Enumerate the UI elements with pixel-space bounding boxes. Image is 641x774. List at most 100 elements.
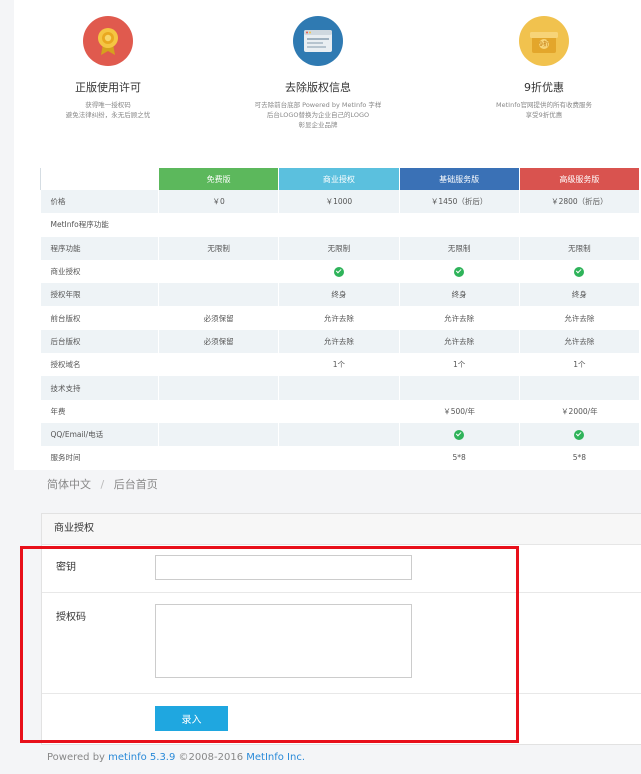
price-table-cell xyxy=(158,213,280,237)
feature-genuine-license: 正版使用许可 获得唯一授权码 避免法律纠纷，永无后顾之忧 xyxy=(14,16,208,120)
price-table-row: 授权域名 1个 1个 1个 xyxy=(40,353,641,377)
check-circle-icon xyxy=(454,266,465,277)
price-table-cell xyxy=(278,376,400,400)
price-table-cell: 终身 xyxy=(399,283,520,307)
price-table-row-label: 后台版权 xyxy=(40,329,159,354)
auth-code-row: 授权码 xyxy=(42,593,641,694)
footer: Powered by metinfo 5.3.9 ©2008-2016 MetI… xyxy=(47,752,305,763)
price-table-cell xyxy=(158,259,280,284)
price-table-cell xyxy=(519,376,641,400)
price-table-cell: 无限制 xyxy=(158,236,280,260)
plan-header: 高级服务版 xyxy=(519,168,641,190)
key-label: 密钥 xyxy=(56,562,76,573)
price-table-row: MetInfo程序功能 xyxy=(40,213,641,237)
price-table-cell: 允许去除 xyxy=(399,329,520,354)
form-title: 商业授权 xyxy=(42,514,641,545)
price-table-cell: 允许去除 xyxy=(278,329,400,354)
plan-header: 基础服务版 xyxy=(399,168,520,190)
badge-icon xyxy=(83,16,133,66)
feature-discount: 9折 9折优惠 MetInfo官网提供的所有收费服务 享受9折优惠 xyxy=(444,16,641,120)
price-table-row-label: 程序功能 xyxy=(40,236,159,260)
price-table-header: 免费版 商业授权 基础服务版 高级服务版 xyxy=(40,168,641,190)
license-form: 商业授权 密钥 授权码 录入 xyxy=(41,513,641,745)
price-table-row: 前台版权 必须保留 允许去除 允许去除 允许去除 xyxy=(40,306,641,330)
feature-desc: MetInfo官网提供的所有收费服务 享受9折优惠 xyxy=(496,101,592,119)
check-circle-icon xyxy=(333,266,344,277)
price-table-row: 授权年限 终身 终身 终身 xyxy=(40,283,641,307)
price-table-cell xyxy=(158,399,280,423)
auth-code-textarea[interactable] xyxy=(155,604,412,678)
price-table-row: 程序功能 无限制 无限制 无限制 无限制 xyxy=(40,236,641,260)
price-table-cell: 1个 xyxy=(399,353,520,377)
price-table-cell: 无限制 xyxy=(278,236,400,260)
price-table-cell: 5*8 xyxy=(519,446,641,470)
footer-product-link[interactable]: metinfo 5.3.9 xyxy=(108,752,175,763)
price-table-cell: 允许去除 xyxy=(519,329,641,354)
footer-company-link[interactable]: MetInfo Inc. xyxy=(246,752,305,763)
price-table-cell: ￥1450（折后） xyxy=(399,190,520,214)
price-table-cell xyxy=(278,259,400,284)
price-table-cell xyxy=(519,213,641,237)
price-table-cell: 无限制 xyxy=(399,236,520,260)
price-table-cell: 必须保留 xyxy=(158,306,280,330)
price-table-cell xyxy=(399,213,520,237)
price-table: 免费版 商业授权 基础服务版 高级服务版 价格 ￥0 ￥1000 ￥1450（折后） ￥2800… xyxy=(40,168,641,470)
price-table-row: 价格 ￥0 ￥1000 ￥1450（折后） ￥2800（折后） xyxy=(40,190,641,214)
price-table-row: QQ/Email/电话 xyxy=(40,422,641,447)
auth-code-label: 授权码 xyxy=(56,612,86,623)
price-table-row: 技术支持 xyxy=(40,376,641,400)
submit-row: 录入 xyxy=(42,694,641,744)
breadcrumb-language[interactable]: 简体中文 xyxy=(47,478,91,491)
price-table-cell: 允许去除 xyxy=(519,306,641,330)
price-table-cell: 允许去除 xyxy=(278,306,400,330)
feature-desc: 可去除前台底部 Powered by MetInfo 字样 后台LOGO替换为企… xyxy=(254,101,382,129)
submit-button[interactable]: 录入 xyxy=(155,706,228,731)
license-features: 正版使用许可 获得唯一授权码 避免法律纠纷，永无后顾之忧 去除版权信息 可去除前… xyxy=(14,0,641,160)
price-table-cell xyxy=(519,259,641,284)
price-table-cell xyxy=(158,446,280,470)
feature-desc: 获得唯一授权码 避免法律纠纷，永无后顾之忧 xyxy=(65,101,151,119)
price-table-cell: 5*8 xyxy=(399,446,520,470)
price-table-cell xyxy=(399,259,520,284)
check-circle-icon xyxy=(574,429,585,440)
price-table-cell xyxy=(158,422,280,447)
price-table-cell xyxy=(278,213,400,237)
price-table-cell xyxy=(278,446,400,470)
check-circle-icon xyxy=(574,266,585,277)
plan-header: 免费版 xyxy=(158,168,280,190)
feature-title: 9折优惠 xyxy=(524,81,564,94)
price-table-cell xyxy=(278,399,400,423)
footer-prefix: Powered by xyxy=(47,752,105,763)
plan-header: 商业授权 xyxy=(278,168,400,190)
breadcrumb: 简体中文 / 后台首页 xyxy=(47,476,158,492)
price-table-row: 商业授权 xyxy=(40,259,641,284)
price-table-cell: 允许去除 xyxy=(399,306,520,330)
price-table-row-label: QQ/Email/电话 xyxy=(40,422,159,447)
license-info-panel: 正版使用许可 获得唯一授权码 避免法律纠纷，永无后顾之忧 去除版权信息 可去除前… xyxy=(14,0,641,470)
price-table-row-label: 商业授权 xyxy=(40,259,159,284)
key-row: 密钥 xyxy=(42,545,641,593)
footer-copyright: ©2008-2016 xyxy=(178,752,244,763)
price-table-cell: 1个 xyxy=(278,353,400,377)
price-table-cell xyxy=(158,376,280,400)
price-table-cell: ￥1000 xyxy=(278,190,400,214)
price-table-cell: 终身 xyxy=(278,283,400,307)
price-table-cell xyxy=(399,376,520,400)
price-table-row: 后台版权 必须保留 允许去除 允许去除 允许去除 xyxy=(40,329,641,354)
price-table-cell: ￥0 xyxy=(158,190,280,214)
price-table-cell xyxy=(158,283,280,307)
price-table-cell: 1个 xyxy=(519,353,641,377)
gift-box-icon: 9折 xyxy=(519,16,569,66)
key-input[interactable] xyxy=(155,555,412,580)
breadcrumb-page[interactable]: 后台首页 xyxy=(114,478,158,491)
price-table-cell: 必须保留 xyxy=(158,329,280,354)
price-table-cell: 无限制 xyxy=(519,236,641,260)
price-table-row: 年费 ￥500/年 ￥2000/年 xyxy=(40,399,641,423)
price-table-cell xyxy=(519,422,641,447)
feature-remove-copyright: 去除版权信息 可去除前台底部 Powered by MetInfo 字样 后台L… xyxy=(218,16,418,130)
check-circle-icon xyxy=(454,429,465,440)
price-table-row-label: 授权域名 xyxy=(40,353,159,377)
price-table-row-label: 技术支持 xyxy=(40,376,159,400)
price-table-row-label: 前台版权 xyxy=(40,306,159,330)
price-table-cell xyxy=(158,353,280,377)
